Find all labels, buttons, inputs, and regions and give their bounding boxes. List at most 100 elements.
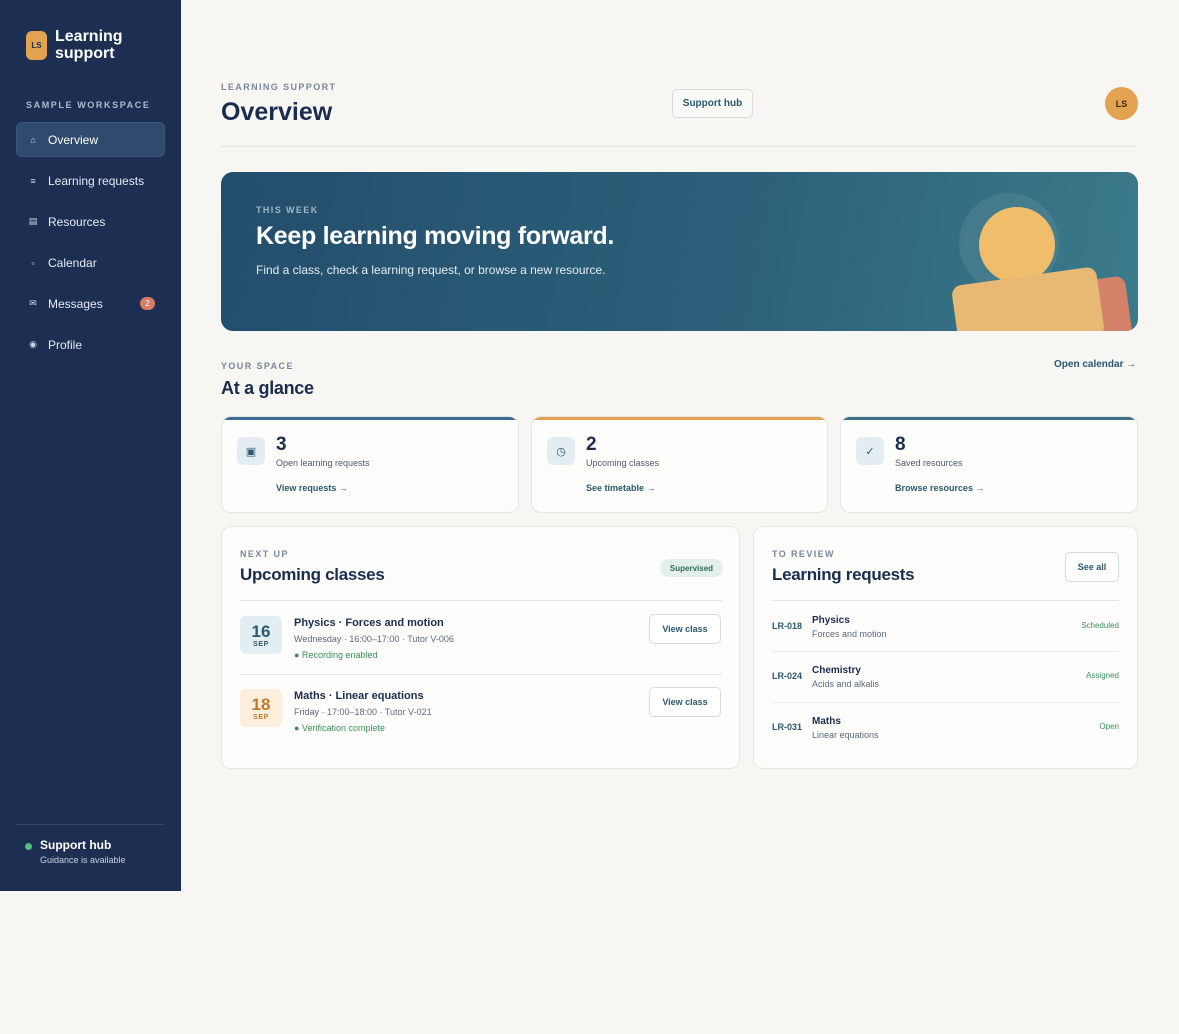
sidebar-item-profile[interactable]: ◉ Profile — [16, 327, 165, 362]
panel-eyebrow: NEXT UP — [240, 549, 289, 559]
hero-title: Keep learning moving forward. — [256, 222, 615, 250]
date-day: 18 — [251, 694, 271, 714]
sidebar-item-label: Messages — [48, 296, 103, 311]
sidebar-nav: ⌂ Overview ≡ Learning requests ▤ Resourc… — [16, 122, 165, 368]
hero-banner: THIS WEEK Keep learning moving forward. … — [221, 172, 1138, 331]
panel-divider — [772, 600, 1119, 601]
panel-eyebrow: TO REVIEW — [772, 549, 835, 559]
class-row: 18 SEP Maths · Linear equations Friday ·… — [240, 687, 722, 749]
supervised-badge: Supervised — [660, 559, 723, 577]
stat-card-resources: ✓ 8 Saved resources Browse resources → — [840, 416, 1138, 513]
stat-label: Upcoming classes — [586, 458, 660, 468]
request-subject: Physics — [812, 615, 850, 626]
glance-title: At a glance — [221, 378, 314, 398]
support-hub-status[interactable]: Support hub Guidance is available — [25, 838, 126, 865]
view-class-button[interactable]: View class — [649, 614, 721, 644]
sidebar-item-learning-requests[interactable]: ≡ Learning requests — [16, 163, 165, 198]
date-month: SEP — [253, 640, 269, 648]
page-title: Overview — [221, 98, 333, 126]
class-meta: Wednesday · 16:00–17:00 · Tutor V-006 — [294, 634, 454, 644]
see-all-button[interactable]: See all — [1065, 552, 1119, 582]
row-divider — [772, 651, 1119, 652]
sidebar-divider — [16, 824, 165, 825]
class-meta: Friday · 17:00–18:00 · Tutor V-021 — [294, 707, 432, 717]
class-status: ● Recording enabled — [294, 650, 378, 660]
profile-icon: ◉ — [29, 339, 37, 349]
avatar[interactable]: LS — [1105, 87, 1138, 120]
page-eyebrow: LEARNING SUPPORT — [221, 82, 337, 92]
stat-card-requests: ▣ 3 Open learning requests View requests… — [221, 416, 519, 513]
request-status: Open — [1099, 722, 1119, 731]
sidebar-item-resources[interactable]: ▤ Resources — [16, 204, 165, 239]
glance-eyebrow: YOUR SPACE — [221, 361, 294, 371]
hero-illustration-icon — [952, 193, 1132, 331]
class-name: Maths · Linear equations — [294, 690, 424, 702]
panel-title: Upcoming classes — [240, 565, 385, 584]
stat-label: Saved resources — [895, 458, 963, 468]
request-id: LR-018 — [772, 621, 803, 631]
row-divider — [240, 674, 722, 675]
stat-label: Open learning requests — [276, 458, 370, 468]
stat-card-accent — [222, 417, 518, 420]
date-month: SEP — [253, 713, 269, 721]
hero-subtitle: Find a class, check a learning request, … — [256, 263, 606, 277]
brand-logo: LS — [26, 30, 47, 60]
class-row: 16 SEP Physics · Forces and motion Wedne… — [240, 614, 722, 676]
stat-card-classes: ◷ 2 Upcoming classes See timetable → — [531, 416, 828, 513]
calendar-icon: ▫ — [31, 257, 35, 268]
row-divider — [772, 702, 1119, 703]
stat-value: 3 — [276, 434, 287, 455]
sidebar-item-messages[interactable]: ✉ Messages 2 — [16, 286, 165, 321]
open-calendar-link[interactable]: Open calendar → — [1054, 359, 1136, 370]
sidebar-item-label: Profile — [48, 337, 83, 352]
stat-card-accent — [841, 417, 1137, 420]
request-subject: Maths — [812, 716, 841, 727]
stat-value: 8 — [895, 434, 906, 455]
support-hub-button[interactable]: Support hub — [672, 89, 753, 118]
request-topic: Linear equations — [812, 730, 879, 740]
home-icon: ⌂ — [30, 134, 36, 145]
hero-eyebrow: THIS WEEK — [256, 205, 319, 215]
view-requests-link[interactable]: View requests → — [276, 483, 348, 493]
request-id: LR-024 — [772, 671, 803, 681]
request-status: Scheduled — [1081, 621, 1119, 630]
clock-icon: ◷ — [547, 437, 575, 465]
sidebar-item-label: Resources — [48, 214, 106, 229]
panel-divider — [240, 600, 722, 601]
upcoming-classes-panel: NEXT UP Upcoming classes Supervised 16 S… — [221, 526, 740, 769]
stat-card-accent — [532, 417, 827, 420]
brand-name: Learning support — [55, 28, 123, 62]
browse-resources-link[interactable]: Browse resources → — [895, 483, 985, 493]
class-status: ● Verification complete — [294, 723, 385, 733]
date-day: 16 — [251, 621, 271, 641]
request-topic: Acids and alkalis — [812, 679, 880, 689]
online-status-icon — [25, 843, 32, 850]
brand[interactable]: LS Learning support — [26, 28, 145, 62]
sidebar-item-overview[interactable]: ⌂ Overview — [16, 122, 165, 157]
sidebar-item-label: Overview — [48, 132, 99, 147]
view-class-button[interactable]: View class — [649, 687, 721, 717]
request-row[interactable]: LR-018 Physics Forces and motion Schedul… — [772, 613, 1119, 653]
date-badge: 16 SEP — [240, 616, 282, 654]
request-row[interactable]: LR-031 Maths Linear equations Open — [772, 714, 1119, 754]
workspace-label: SAMPLE WORKSPACE — [26, 100, 151, 110]
request-id: LR-031 — [772, 722, 803, 732]
request-status: Assigned — [1086, 671, 1119, 680]
check-icon: ✓ — [856, 437, 884, 465]
mail-icon: ✉ — [29, 298, 37, 308]
book-icon: ▤ — [28, 216, 38, 226]
unread-badge: 2 — [140, 297, 155, 310]
learning-requests-panel: TO REVIEW Learning requests See all LR-0… — [753, 526, 1138, 769]
panel-title: Learning requests — [772, 565, 915, 584]
see-timetable-link[interactable]: See timetable → — [586, 483, 656, 493]
request-row[interactable]: LR-024 Chemistry Acids and alkalis Assig… — [772, 663, 1119, 703]
sidebar-item-calendar[interactable]: ▫ Calendar — [16, 245, 165, 280]
stat-value: 2 — [586, 434, 597, 455]
sidebar: LS Learning support SAMPLE WORKSPACE ⌂ O… — [0, 0, 181, 891]
request-topic: Forces and motion — [812, 629, 887, 639]
request-subject: Chemistry — [812, 665, 861, 676]
document-icon: ▣ — [237, 437, 265, 465]
sidebar-item-label: Learning requests — [48, 173, 145, 188]
header-divider — [221, 146, 1137, 147]
support-hub-subtitle: Guidance is available — [40, 855, 126, 865]
